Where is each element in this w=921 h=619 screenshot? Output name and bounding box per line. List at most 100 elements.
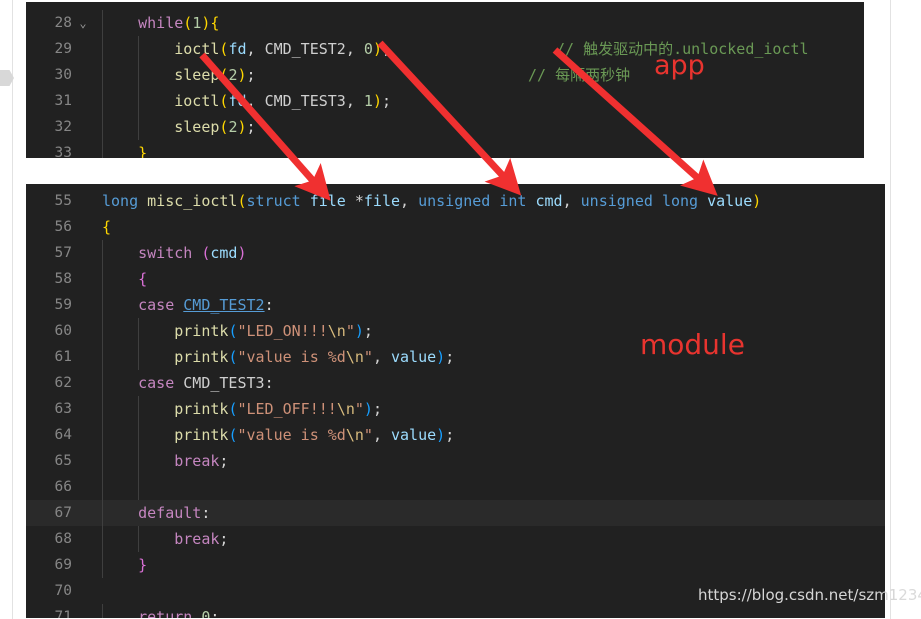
code-panel-module[interactable]: 55 long misc_ioctl(struct file *file, uns…: [26, 184, 885, 618]
code-line-61[interactable]: 61 printk("value is %d\n", value);: [26, 344, 885, 370]
token: ;: [219, 530, 229, 548]
code-text: printk("value is %d\n", value);: [94, 422, 454, 448]
token: sleep: [174, 118, 220, 136]
indent-guide: [138, 396, 140, 422]
token: ): [237, 66, 247, 84]
screenshot-root: }28⌄ while(1){29 ioctl(fd, CMD_TEST2, 0)…: [0, 0, 921, 619]
token: ,: [372, 348, 391, 366]
token: ;: [445, 348, 455, 366]
page-rule-right: [890, 0, 891, 619]
line-number: 60: [54, 323, 72, 339]
code-line-68[interactable]: 68 break;: [26, 526, 885, 552]
code-line-62[interactable]: 62 case CMD_TEST3:: [26, 370, 885, 396]
token: case: [138, 374, 175, 392]
indent-guide: [138, 88, 140, 114]
code-text: printk("LED_ON!!!\n");: [94, 318, 373, 344]
code-line-30[interactable]: 30 sleep(2);: [26, 62, 864, 88]
token: value: [391, 426, 437, 444]
code-line-69[interactable]: 69 }: [26, 552, 885, 578]
token: ;: [381, 40, 391, 58]
code-line-59[interactable]: 59 case CMD_TEST2:: [26, 292, 885, 318]
token: CMD_TEST2: [264, 40, 346, 58]
indent-guide: [102, 36, 103, 62]
indent-guide: [138, 344, 140, 370]
code-line-57[interactable]: 57 switch (cmd): [26, 240, 885, 266]
page-rule-left: [12, 0, 13, 619]
token: break: [174, 530, 220, 548]
code-line-32[interactable]: 32 sleep(2);: [26, 114, 864, 140]
line-number: 59: [54, 297, 72, 313]
code-line-63[interactable]: 63 printk("LED_OFF!!!\n");: [26, 396, 885, 422]
line-number: 29: [54, 41, 72, 57]
token[interactable]: CMD_TEST2: [183, 296, 264, 314]
code-text: break;: [94, 448, 228, 474]
line-number: 63: [54, 401, 72, 417]
token: unsigned: [418, 192, 491, 210]
token: value: [707, 192, 753, 210]
token: printk: [174, 348, 229, 366]
token: \n: [345, 348, 364, 366]
token: switch: [138, 244, 193, 262]
token: long: [102, 192, 139, 210]
indent-guide: [102, 140, 103, 158]
code-text: sleep(2);: [94, 62, 255, 88]
token: }: [138, 556, 148, 574]
token: case: [138, 296, 175, 314]
token: ,: [246, 92, 265, 110]
line-number: 66: [54, 479, 72, 495]
token: ): [372, 40, 382, 58]
chevron-down-icon[interactable]: ⌄: [72, 10, 94, 36]
code-line-66[interactable]: 66: [26, 474, 885, 500]
token: file: [309, 192, 346, 210]
code-text: switch (cmd): [94, 240, 247, 266]
watermark-tail: 234: [898, 586, 921, 604]
token: ;: [381, 92, 391, 110]
code-line-33[interactable]: 33 }: [26, 140, 864, 158]
line-number: 65: [54, 453, 72, 469]
token: printk: [174, 400, 229, 418]
token: CMD_TEST3: [264, 92, 346, 110]
code-line-31[interactable]: 31 ioctl(fd, CMD_TEST3, 1);: [26, 88, 864, 114]
csdn-watermark: https://blog.csdn.net/szm1234: [698, 586, 921, 604]
code-line-67[interactable]: 67 default:: [26, 500, 885, 526]
line-number: 68: [54, 531, 72, 547]
code-line-28[interactable]: 28 ⌄ while(1){: [26, 10, 864, 36]
code-line-65[interactable]: 65 break;: [26, 448, 885, 474]
code-line-60[interactable]: 60 printk("LED_ON!!!\n");: [26, 318, 885, 344]
code-panel-app[interactable]: }28⌄ while(1){29 ioctl(fd, CMD_TEST2, 0)…: [26, 2, 864, 158]
token: "value is %d: [237, 348, 346, 366]
token: "LED_OFF!!!: [237, 400, 337, 418]
indent-guide: [102, 500, 103, 526]
line-number: 62: [54, 375, 72, 391]
token: (: [183, 14, 193, 32]
token: ): [436, 348, 446, 366]
code-line-55[interactable]: 55 long misc_ioctl(struct file *file, uns…: [26, 188, 885, 214]
line-number: 31: [54, 93, 72, 109]
code-line-56[interactable]: 56 {: [26, 214, 885, 240]
line-number: 69: [54, 557, 72, 573]
indent-guide: [102, 474, 103, 500]
indent-guide: [102, 370, 103, 396]
code-text: printk("value is %d\n", value);: [94, 344, 454, 370]
indent-guide: [102, 396, 103, 422]
line-number: 57: [54, 245, 72, 261]
token: CMD_TEST3: [183, 374, 265, 392]
indent-guide: [102, 10, 103, 36]
code-line-58[interactable]: 58 {: [26, 266, 885, 292]
indent-guide: [138, 318, 140, 344]
indent-guide: [102, 114, 103, 140]
token: ): [237, 244, 247, 262]
token: cmd: [210, 244, 238, 262]
line-number: 30: [54, 67, 72, 83]
line-number: 67: [54, 505, 72, 521]
token: "value is %d: [237, 426, 346, 444]
token: printk: [174, 322, 229, 340]
indent-guide: [102, 88, 103, 114]
token: ioctl: [174, 92, 220, 110]
code-text: case CMD_TEST2:: [94, 292, 273, 318]
code-line-71[interactable]: 71 return 0;: [26, 604, 885, 618]
token: 1: [363, 92, 373, 110]
code-line-64[interactable]: 64 printk("value is %d\n", value);: [26, 422, 885, 448]
